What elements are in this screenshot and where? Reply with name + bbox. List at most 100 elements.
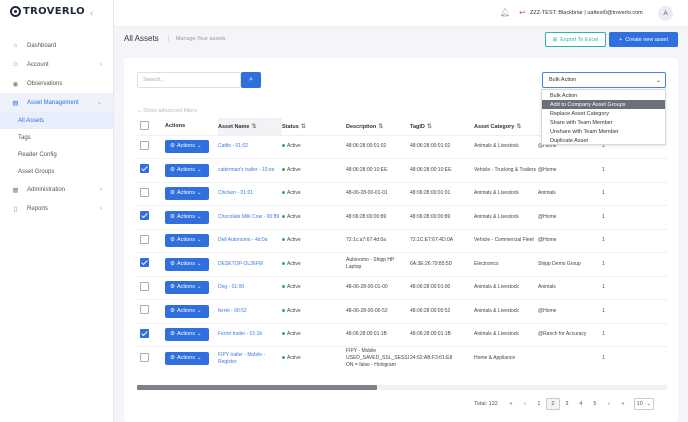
cell-location: @Home [538,237,557,244]
search-button[interactable]: ⌕ [241,72,261,88]
col-description[interactable]: Description ⇅ [346,118,410,135]
row-actions-button[interactable]: ⚙ Actions ⌄ [165,257,209,271]
gear-icon: ⚙ [170,237,175,244]
collapse-sidebar-icon[interactable]: ‹ [90,8,93,18]
row-checkbox[interactable] [140,164,149,174]
col-tagid[interactable]: TagID ⇅ [410,118,474,135]
first-page-button[interactable]: « [504,398,518,410]
cell-location: @Home [538,166,557,173]
cell-category: Animals & Livestock [474,284,519,291]
bulk-option[interactable]: Bulk Action [542,91,665,100]
gear-icon: ⚙ [170,190,175,197]
row-checkbox[interactable] [140,258,149,268]
cell-count: 1 [602,331,605,338]
cell-category: Vehicle - Commercial Fleet [474,237,534,244]
row-checkbox[interactable] [140,305,149,315]
select-all-checkbox[interactable] [140,120,149,130]
bell-icon[interactable]: 🔔︎ [500,8,510,17]
asset-name-link[interactable]: Chocolate Milk Cow - 00:89 [218,206,282,230]
advanced-filters-toggle[interactable]: ⌄ Show advanced filters [137,108,197,114]
row-actions-button[interactable]: ⚙ Actions ⌄ [165,328,209,342]
prev-page-button[interactable]: ‹ [518,398,532,410]
row-checkbox[interactable] [140,187,149,197]
asset-name-link[interactable]: ferret - 00:52 [218,300,282,324]
page-button-1[interactable]: 1 [532,398,546,410]
sidebar-subitem-asset-groups[interactable]: Asset Groups [0,163,113,180]
asset-name-link[interactable]: Dell Autonomo - 4d:0a [218,229,282,253]
sidebar: TROVERLO ‹ ⌂ Dashboard ☺ Account › ◉ Observa… [0,0,114,422]
per-page-select[interactable]: 10 ⌄ [633,398,654,410]
page-button-4[interactable]: 4 [574,398,588,410]
row-checkbox[interactable] [140,352,149,362]
row-actions-button[interactable]: ⚙ Actions ⌄ [165,187,209,201]
row-checkbox[interactable] [140,211,149,221]
status-badge: Active [282,276,346,300]
asset-name-link[interactable]: Ferret trailer - 01:1b [218,323,282,347]
row-actions-button[interactable]: ⚙ Actions ⌄ [165,163,209,177]
cell-description: FIPY - Mobile USED_SAVED_SSL_SESSI ON = … [346,348,409,368]
asset-name-link[interactable]: DESKTOP-OL36FM [218,253,282,277]
sort-icon: ⇅ [378,123,384,130]
horizontal-scrollbar[interactable] [137,385,667,390]
cell-location [538,347,602,371]
cell-category: Animals & Livestock [474,143,519,150]
row-checkbox[interactable] [140,234,149,244]
sidebar-item-reports[interactable]: ▯ Reports › [0,199,113,218]
create-asset-button[interactable]: + Create new asset [609,32,678,47]
page-title: All Assets [124,34,159,43]
asset-name-link[interactable]: FIPY trailer - Mobile - Register [218,347,282,371]
status-badge: Active [282,159,346,183]
row-checkbox[interactable] [140,281,149,291]
switch-account-icon[interactable]: ↩ [519,8,526,17]
sidebar-item-observations[interactable]: ◉ Observations [0,74,113,93]
asset-name-link[interactable]: Cattle - 01:02 [218,135,282,159]
row-actions-button[interactable]: ⚙ Actions ⌄ [165,352,209,365]
sidebar-subitem-reader-config[interactable]: Reader Config [0,146,113,163]
row-actions-button[interactable]: ⚙ Actions ⌄ [165,234,209,248]
chevron-down-icon: ⌄ [96,100,102,106]
page-button-5[interactable]: 5 [588,398,602,410]
bulk-option-add-to-groups[interactable]: Add to Company Asset Groups [542,100,665,109]
asset-name-link[interactable]: catterman's trailer - 10:ee [218,159,282,183]
document-icon: ▯ [13,205,18,213]
bulk-option[interactable]: Duplicate Asset [542,136,665,145]
page-button-3[interactable]: 3 [560,398,574,410]
row-checkbox[interactable] [140,328,149,338]
status-badge: Active [282,323,346,347]
asset-name-link[interactable]: Dog - 01:00 [218,276,282,300]
sidebar-item-dashboard[interactable]: ⌂ Dashboard [0,36,113,55]
bulk-option[interactable]: Unshare with Team Member [542,127,665,136]
row-actions-button[interactable]: ⚙ Actions ⌄ [165,304,209,318]
gear-icon: ⚙ [170,260,175,267]
sidebar-nav: ⌂ Dashboard ☺ Account › ◉ Observations ▤ Asse… [0,36,113,218]
cell-count: 1 [602,190,605,197]
page-button-2[interactable]: 2 [545,398,560,410]
col-asset-category[interactable]: Asset Category ⇅ [474,118,538,135]
avatar[interactable]: A [658,6,673,21]
chevron-down-icon: ⌄ [137,108,142,114]
col-status[interactable]: Status ⇅ [282,118,346,135]
logo[interactable]: TROVERLO [10,6,85,17]
row-actions-button[interactable]: ⚙ Actions ⌄ [165,281,209,295]
export-excel-button[interactable]: ⊞ Export To Excel [545,32,606,47]
row-actions-button[interactable]: ⚙ Actions ⌄ [165,140,209,154]
next-page-button[interactable]: › [602,398,616,410]
home-icon: ⌂ [13,42,18,49]
sidebar-subitem-tags[interactable]: Tags [0,129,113,146]
sidebar-item-asset-management[interactable]: ▤ Asset Management ⌄ [0,93,113,112]
sidebar-subitem-all-assets[interactable]: All Assets [0,112,113,129]
table-row: ⚙ Actions ⌄ FIPY trailer - Mobile - Registe… [137,346,667,371]
bulk-action-select[interactable]: Bulk Action ⌄ [542,72,666,88]
row-actions-button[interactable]: ⚙ Actions ⌄ [165,210,209,224]
bulk-option[interactable]: Share with Team Member [542,118,665,127]
search-input[interactable]: Search... [137,72,241,88]
row-checkbox[interactable] [140,140,149,150]
sidebar-item-administration[interactable]: ▦ Administration › [0,180,113,199]
scrollbar-thumb[interactable] [137,385,377,390]
sidebar-item-account[interactable]: ☺ Account › [0,55,113,74]
asset-name-link[interactable]: Chicken - 01:01 [218,182,282,206]
col-asset-name[interactable]: Asset Name ⇅ [218,118,282,135]
last-page-button[interactable]: » [616,398,630,410]
bulk-option[interactable]: Replace Asset Category [542,109,665,118]
user-account-label[interactable]: ZZZ-TEST: Blackbriar | uattest0@troverlo… [530,10,643,16]
